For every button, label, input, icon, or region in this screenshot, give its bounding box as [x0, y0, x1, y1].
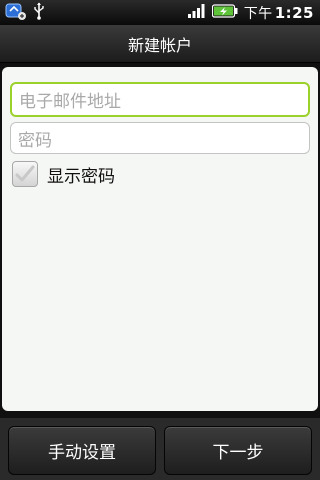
bottom-bar: 手动设置 下一步: [0, 418, 320, 480]
signal-icon: [187, 3, 206, 22]
status-bar-left: [0, 1, 45, 25]
password-placeholder: 密码: [18, 130, 52, 151]
next-button[interactable]: 下一步: [164, 426, 312, 475]
email-placeholder: 电子邮件地址: [19, 92, 121, 112]
next-label: 下一步: [212, 443, 264, 463]
usb-icon: [33, 2, 45, 24]
status-bar: 下午 1:25: [0, 0, 320, 25]
clock: 下午 1:25: [244, 3, 314, 23]
status-bar-right: 下午 1:25: [187, 3, 320, 23]
show-password-toggle[interactable]: 显示密码: [12, 161, 115, 187]
manual-setup-button[interactable]: 手动设置: [8, 426, 156, 475]
account-form: 电子邮件地址 密码 显示密码: [2, 67, 318, 411]
battery-charging-icon: [211, 3, 238, 22]
password-field[interactable]: 密码: [10, 122, 310, 154]
show-password-checkbox[interactable]: [12, 161, 38, 187]
checkmark-icon: [15, 165, 35, 182]
screen: 下午 1:25 新建帐户 电子邮件地址 密码 显示密码 手动设置 下一步: [0, 0, 320, 480]
clock-time: 1:25: [274, 3, 314, 22]
title-bar: 新建帐户: [0, 25, 320, 63]
page-title: 新建帐户: [127, 35, 192, 55]
clock-ampm: 下午: [243, 5, 273, 22]
sync-app-icon: [5, 1, 27, 25]
show-password-label: 显示密码: [47, 166, 115, 187]
manual-setup-label: 手动设置: [48, 443, 116, 463]
email-field[interactable]: 电子邮件地址: [10, 82, 310, 117]
